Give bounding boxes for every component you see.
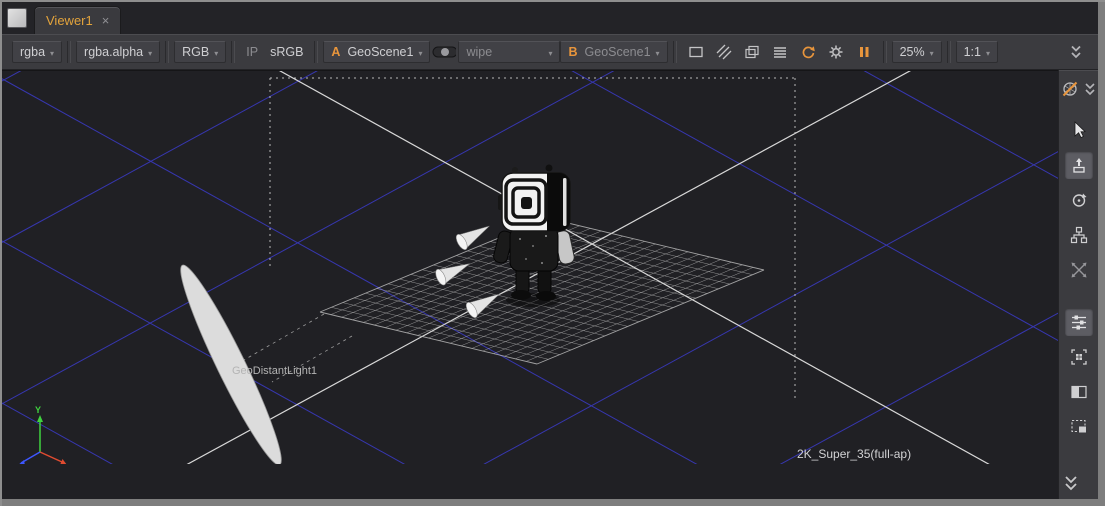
distant-light-gizmo[interactable] [170, 259, 292, 464]
controls-sliders-icon[interactable] [1065, 308, 1093, 336]
sidebar-top-row [1059, 70, 1098, 106]
tab-bar: Viewer1 × [2, 2, 1098, 34]
axis-gizmo: Y X Z [6, 405, 75, 464]
channels-dropdown[interactable]: rgba ▾ [12, 41, 62, 63]
window-frame-bottom [2, 499, 1105, 506]
pixel-ratio-dropdown[interactable]: 1:1 ▾ [956, 41, 998, 63]
axis-cross-icon[interactable] [1065, 256, 1093, 284]
chevron-down-icon: ▾ [50, 49, 54, 58]
divider [883, 41, 887, 63]
chevron-down-icon: ▾ [986, 49, 990, 58]
viewer-lower-area: ◀ f/8 ▶ 0.015625 1 1064 γ [2, 70, 1098, 499]
overlay-icon[interactable] [740, 40, 764, 64]
chevron-down-icon: ▾ [548, 49, 552, 58]
viewer-lut-dropdown[interactable]: sRGB [264, 42, 309, 62]
scene-graph-icon[interactable] [1065, 221, 1093, 249]
viewer-toolbar-top: rgba ▾ rgba.alpha ▾ RGB ▾ IP sRGB A GeoS… [2, 34, 1098, 70]
divider [673, 41, 677, 63]
collapse-side-toolbar-icon[interactable] [1082, 78, 1098, 100]
divider [314, 41, 318, 63]
snap-grid-icon[interactable] [1065, 343, 1093, 371]
input-a-dropdown[interactable]: A GeoScene1 ▾ [323, 41, 430, 63]
alpha-channel-dropdown[interactable]: rgba.alpha ▾ [76, 41, 160, 63]
axis-x-label: X [69, 463, 75, 464]
format-label: 2K_Super_35(full-ap) [797, 447, 911, 461]
tab-label: Viewer1 [46, 13, 93, 28]
chevron-down-icon: ▾ [214, 49, 218, 58]
divider [231, 41, 235, 63]
input-process-toggle[interactable]: IP [240, 42, 264, 62]
chevron-down-icon: ▾ [148, 49, 152, 58]
input-b-label: B [568, 45, 577, 59]
input-a-label: A [331, 45, 340, 59]
axis-y-label: Y [35, 405, 41, 415]
window-frame-right [1098, 2, 1105, 506]
light-label: GeoDistantLight1 [232, 365, 317, 377]
robot-model[interactable] [492, 165, 575, 308]
marquee-region-icon[interactable] [1065, 413, 1093, 441]
viewer-side-toolbar [1058, 70, 1098, 499]
close-icon[interactable]: × [102, 14, 110, 27]
input-b-dropdown[interactable]: B GeoScene1 ▾ [560, 41, 667, 63]
chevron-down-icon: ▾ [418, 49, 422, 58]
color-wheel-icon[interactable] [1059, 78, 1081, 100]
collapse-toolbar-icon[interactable] [1064, 40, 1088, 64]
viewer-left-column: ◀ f/8 ▶ 0.015625 1 1064 γ [2, 70, 1058, 499]
pause-icon[interactable] [852, 40, 876, 64]
scanlines-icon[interactable] [768, 40, 792, 64]
translate-tool-icon[interactable] [1065, 151, 1093, 179]
nuke-viewer-window: Viewer1 × rgba ▾ rgba.alpha ▾ RGB ▾ IP s… [0, 0, 1105, 506]
refresh-icon[interactable] [796, 40, 820, 64]
display-window-icon[interactable] [684, 40, 708, 64]
divider [947, 41, 951, 63]
wipe-mode-dropdown[interactable]: wipe ▾ [458, 41, 560, 63]
display-mode-dropdown[interactable]: RGB ▾ [174, 41, 226, 63]
gear-icon[interactable] [824, 40, 848, 64]
cursor-tool-icon[interactable] [1065, 116, 1093, 144]
expand-bottom-icon[interactable] [1063, 475, 1079, 496]
rotate-tool-icon[interactable] [1065, 186, 1093, 214]
wipe-stripes-icon[interactable] [712, 40, 736, 64]
wipe-toggle-icon[interactable] [432, 40, 456, 64]
chevron-down-icon: ▾ [656, 49, 660, 58]
3d-viewport[interactable]: GeoDistantLight1 2K_Super_35(full-ap) Y … [2, 70, 1058, 499]
sidebar-tools [1065, 106, 1093, 441]
panel-menu-icon[interactable] [7, 8, 27, 28]
divider [165, 41, 169, 63]
split-view-icon[interactable] [1065, 378, 1093, 406]
zoom-dropdown[interactable]: 25% ▾ [892, 41, 942, 63]
chevron-down-icon: ▾ [930, 49, 934, 58]
divider [67, 41, 71, 63]
tab-viewer1[interactable]: Viewer1 × [34, 6, 121, 34]
